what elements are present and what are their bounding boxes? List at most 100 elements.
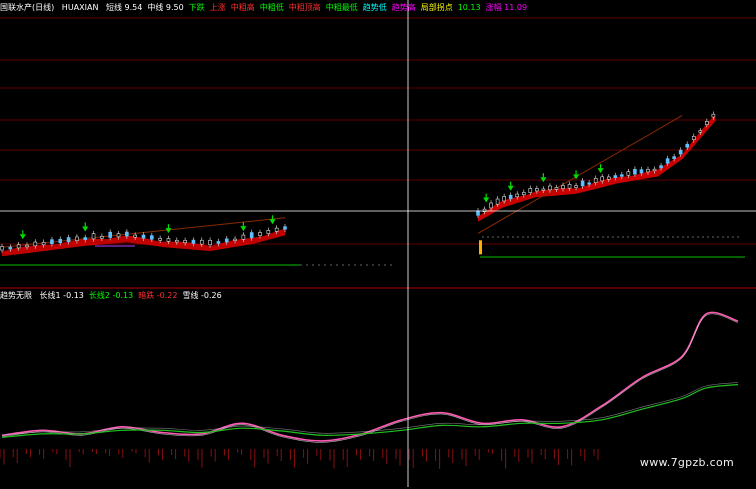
candle (541, 188, 546, 191)
candle (626, 171, 631, 176)
header-items: 短线 9.54 中线 9.50 下跌 上涨 中粗高 中粗低 中粗顶高 中粗最低 趋势低 趋势高 局部… (106, 3, 532, 12)
candle (16, 244, 21, 249)
chart-canvas[interactable] (0, 0, 756, 487)
candle (258, 232, 262, 237)
candle (216, 241, 221, 244)
candle (600, 176, 605, 182)
stock-chart[interactable]: 国联水产(日线) HUAXIAN 短线 9.54 中线 9.50 下跌 上涨 中粗高 中粗… (0, 0, 756, 487)
candle (266, 230, 271, 234)
price-panel (0, 111, 745, 266)
buy-arrow-icon (82, 226, 89, 232)
header-item-7: 中粗最低 (325, 3, 358, 12)
candle (191, 239, 196, 244)
series-line-white (1, 313, 739, 443)
candle (66, 237, 71, 243)
buy-arrow-icon (269, 219, 276, 225)
candle (249, 232, 254, 239)
stock-name: 国联水产(日线) (0, 3, 55, 12)
candle (91, 233, 96, 240)
candle (174, 240, 179, 243)
candle (241, 234, 246, 240)
candle (100, 236, 104, 239)
candle (567, 184, 572, 189)
header-item-5: 中粗低 (259, 3, 284, 12)
buy-arrow-icon (597, 168, 604, 174)
buy-arrow-icon (165, 228, 172, 234)
candle (133, 234, 137, 238)
header-item-2: 下跌 (188, 3, 205, 12)
candle (108, 231, 113, 238)
candle (208, 239, 212, 246)
candle (183, 240, 187, 244)
candle (535, 188, 539, 192)
candle (587, 182, 591, 185)
candle (554, 187, 559, 190)
candle (489, 202, 493, 209)
candle (116, 233, 121, 238)
candle (659, 165, 663, 169)
candle (158, 237, 162, 241)
candle (580, 180, 585, 187)
candle (633, 168, 637, 175)
candle (274, 227, 279, 232)
candle (548, 185, 552, 191)
indicator-title: 趋势无限 (0, 291, 32, 300)
price-band-right (478, 114, 715, 222)
candle (620, 174, 624, 177)
header-item-0: 短线 9.54 (105, 3, 143, 12)
header-item-11: 10.13 (457, 3, 481, 12)
candle (698, 130, 703, 133)
candle (283, 226, 287, 230)
candle (652, 168, 657, 172)
header-item-12: 涨幅 11.09 (485, 3, 528, 12)
candle (613, 175, 618, 178)
candle (574, 185, 578, 188)
candle (508, 194, 513, 200)
candle (685, 143, 690, 148)
indicator-item-0: 长线1 -0.13 (39, 291, 84, 300)
candle (678, 149, 683, 155)
candle (33, 241, 38, 247)
candle (41, 241, 46, 246)
candle (528, 188, 533, 193)
candle (593, 177, 598, 183)
header-item-6: 中粗顶高 (288, 3, 321, 12)
candle (521, 192, 526, 196)
indicator-item-1: 长线2 -0.13 (88, 291, 134, 300)
candle (476, 210, 480, 216)
candle (606, 176, 611, 180)
candle (75, 236, 79, 241)
header-item-1: 中线 9.50 (147, 3, 184, 12)
candle (639, 169, 644, 174)
price-header: 国联水产(日线) HUAXIAN 短线 9.54 中线 9.50 下跌 上涨 中粗高 中粗… (0, 2, 537, 13)
candle (691, 136, 696, 140)
candle (561, 185, 565, 190)
candle (199, 239, 204, 245)
candle (672, 156, 676, 160)
candle (665, 158, 670, 164)
candle (8, 246, 13, 250)
crosshair (0, 0, 756, 487)
buy-arrow-icon (19, 234, 26, 240)
indicator-item-3: 雪线 -0.26 (182, 291, 222, 300)
indicator-header: 趋势无限 长线1 -0.13 长线2 -0.13 暗跌 -0.22 雪线 -0.26 (0, 290, 232, 301)
grid-layer (0, 17, 756, 289)
header-item-8: 趋势低 (362, 3, 387, 12)
candle (502, 196, 506, 202)
candle-highlight (479, 240, 482, 255)
indicator-panel (0, 311, 739, 469)
candle (233, 238, 237, 241)
buy-arrow-icon (573, 174, 580, 180)
header-item-10: 局部拐点 (420, 3, 453, 12)
series-line-长线1 (1, 311, 739, 442)
candle (495, 198, 500, 205)
candle (50, 239, 54, 245)
watermark: www.7gpzb.com (639, 456, 734, 469)
candle (646, 169, 650, 173)
buy-arrow-icon (240, 226, 247, 232)
candle (705, 121, 709, 125)
candle (150, 235, 154, 240)
buy-arrow-icon (483, 197, 490, 203)
indicator-items: 长线1 -0.13 长线2 -0.13 暗跌 -0.22 雪线 -0.26 (40, 291, 227, 300)
header-item-4: 中粗高 (230, 3, 255, 12)
